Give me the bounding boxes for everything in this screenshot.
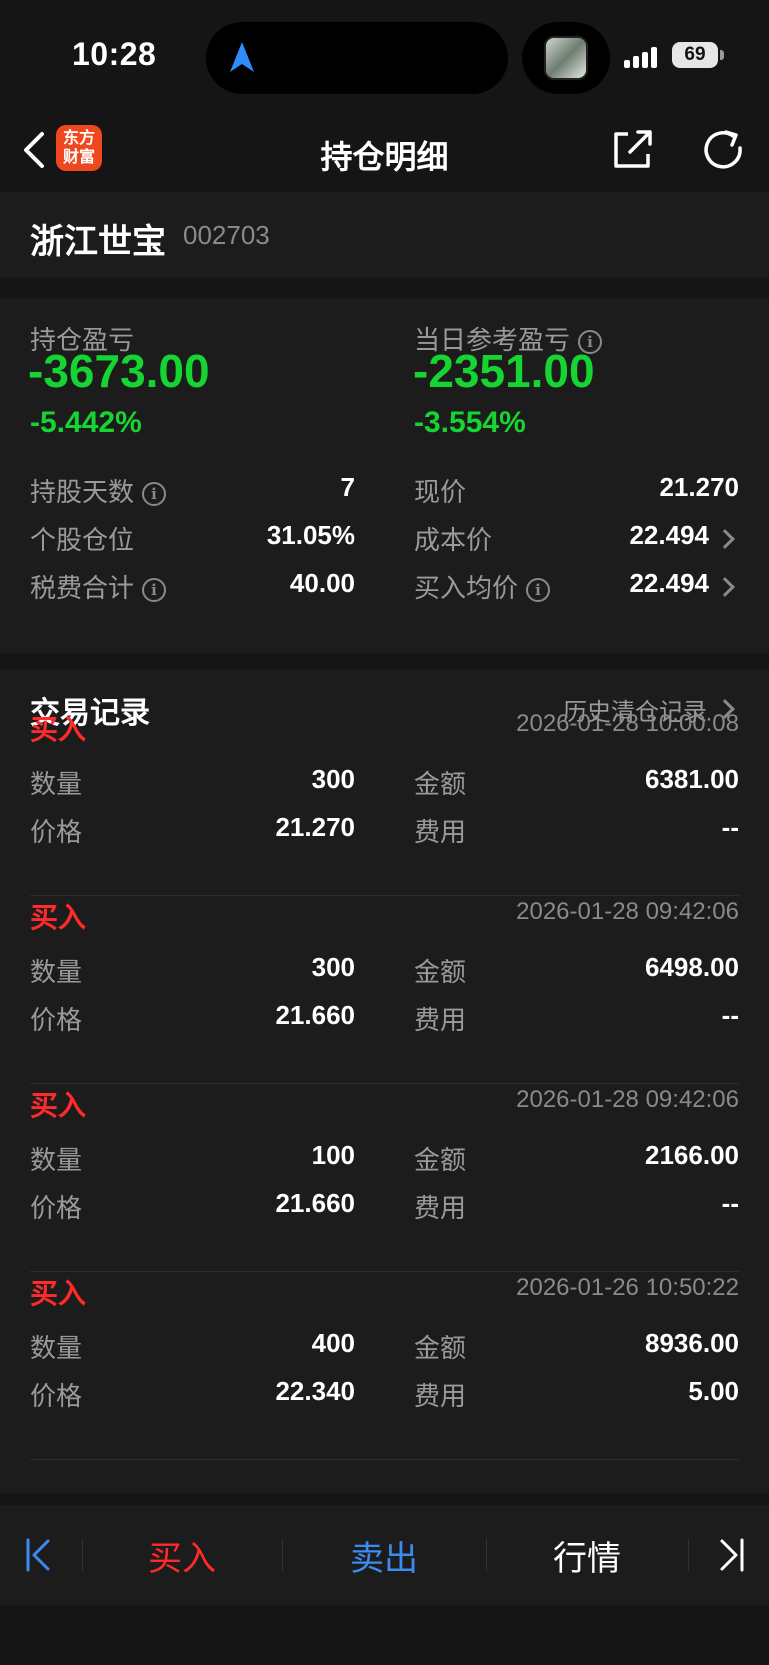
fee-value: -- [721,1000,739,1030]
qty-label: 数量 [30,1145,83,1175]
refresh-icon[interactable] [700,126,748,174]
status-time: 10:28 [72,36,157,72]
fees-label-wrap: 税费合计 i [30,568,167,605]
qty-label: 数量 [30,957,83,987]
price-value: 21.660 [275,1188,355,1218]
divider [688,1539,689,1571]
trade-records: 交易记录 历史清仓记录 买入 2026-01-28 10:00:08 数量 300 价格… [0,670,769,1493]
position-ratio-value: 31.05% [266,520,355,550]
fee-value: -- [721,812,739,842]
avg-buy-label: 买入均价 [414,573,519,603]
location-arrow-icon [230,42,254,72]
amount-label: 金额 [414,1333,467,1363]
chevron-right-icon[interactable] [715,577,735,597]
cellular-signal-icon [624,46,664,68]
qty-label: 数量 [30,1333,83,1363]
price-label: 价格 [30,1193,83,1223]
trade-record: 买入 2026-01-26 10:50:22 数量 400 价格 22.340 金额 8936… [30,1272,739,1460]
fee-label: 费用 [414,1381,467,1411]
fee-value: 5.00 [688,1376,739,1406]
info-icon[interactable]: i [142,578,167,603]
qty-label: 数量 [30,769,83,799]
hold-days-label: 持股天数 [30,477,135,507]
record-type: 买入 [30,902,87,933]
activity-pill [522,22,610,94]
record-time: 2026-01-28 09:42:06 [516,898,739,925]
trade-record: 买入 2026-01-28 09:42:06 数量 300 价格 21.660 金额 6498… [30,896,739,1084]
qty-value: 400 [311,1328,355,1358]
record-time: 2026-01-28 10:00:08 [516,710,739,737]
daily-pl-pct: -3.554% [414,406,526,439]
position-pl-pct: -5.442% [30,406,142,439]
sell-button[interactable]: 卖出 [282,1531,486,1580]
fee-label: 费用 [414,1193,467,1223]
price-value: 21.660 [275,1000,355,1030]
position-summary: 持仓盈亏 -3673.00 -5.442% 当日参考盈亏 i -2351.00 -… [0,298,769,653]
amount-value: 8936.00 [645,1328,739,1358]
dynamic-island [206,22,508,94]
buy-button[interactable]: 买入 [82,1531,282,1580]
title-bar: 东方 财富 持仓明细 [0,112,769,192]
home-indicator-area [0,1605,769,1665]
cost-label[interactable]: 成本价 [414,520,492,557]
qty-value: 300 [311,764,355,794]
bottom-action-bar: 买入 卖出 行情 [0,1505,769,1605]
position-pl-value: -3673.00 [28,345,210,397]
price-value: 21.270 [659,472,739,502]
price-value: 22.340 [275,1376,355,1406]
fee-label: 费用 [414,1005,467,1035]
record-type: 买入 [30,1090,87,1121]
quote-button[interactable]: 行情 [486,1531,688,1580]
price-label: 价格 [30,1005,83,1035]
stock-code: 002703 [183,220,270,250]
price-value: 21.270 [275,812,355,842]
record-time: 2026-01-28 09:42:06 [516,1086,739,1113]
price-label: 现价 [414,477,467,507]
qty-value: 100 [311,1140,355,1170]
cost-value[interactable]: 22.494 [629,520,709,551]
trade-record: 买入 2026-01-28 10:00:08 数量 300 价格 21.270 金额 6381… [30,708,739,896]
info-icon[interactable]: i [526,578,551,603]
fees-label: 税费合计 [30,573,135,603]
hold-days-label-wrap: 持股天数 i [30,472,167,509]
hold-days-value: 7 [340,472,355,502]
amount-label: 金额 [414,769,467,799]
record-type: 买入 [30,714,87,745]
share-icon[interactable] [610,126,656,172]
fees-value: 40.00 [289,568,355,598]
qty-value: 300 [311,952,355,982]
price-label: 价格 [30,1381,83,1411]
fee-value: -- [721,1188,739,1218]
record-type: 买入 [30,1278,87,1309]
info-icon[interactable]: i [142,482,167,507]
amount-value: 2166.00 [645,1140,739,1170]
trade-record: 买入 2026-01-28 09:42:06 数量 100 价格 21.660 金额 2166… [30,1084,739,1272]
avg-buy-value[interactable]: 22.494 [629,568,709,599]
battery-icon: 69 [672,42,718,68]
stock-header: 浙江世宝 002703 [0,192,769,278]
battery-tip [720,50,724,60]
avatar [544,36,588,80]
first-page-icon[interactable] [24,1537,54,1573]
fee-label: 费用 [414,817,467,847]
last-page-icon[interactable] [716,1537,746,1573]
amount-label: 金额 [414,957,467,987]
status-bar: 10:28 69 [0,0,769,112]
amount-value: 6498.00 [645,952,739,982]
price-label: 价格 [30,817,83,847]
amount-label: 金额 [414,1145,467,1175]
position-ratio-label: 个股仓位 [30,525,135,555]
daily-pl-value: -2351.00 [413,345,595,397]
record-time: 2026-01-26 10:50:22 [516,1274,739,1301]
amount-value: 6381.00 [645,764,739,794]
chevron-right-icon[interactable] [715,529,735,549]
stock-name: 浙江世宝 [30,223,166,261]
avg-buy-label-wrap[interactable]: 买入均价 i [414,568,551,605]
